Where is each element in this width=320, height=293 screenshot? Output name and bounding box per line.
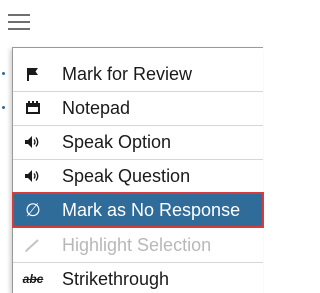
empty-set-icon: ∅	[13, 200, 53, 221]
menu-item-label: Highlight Selection	[62, 234, 212, 255]
menu-item-label: Speak Option	[62, 131, 172, 152]
menu-item-label: Mark as No Response	[62, 199, 241, 220]
menu-item-strikethrough[interactable]: abc Strikethrough	[13, 262, 263, 293]
flag-icon	[13, 67, 53, 81]
menu-item-label: Mark for Review	[62, 63, 193, 84]
strikethrough-abc-icon: abc	[13, 272, 53, 286]
speaker-icon	[13, 169, 53, 183]
tools-menu-screen: Mark for Review Notepad Speak Option Spe…	[0, 0, 264, 293]
menu-item-highlight-selection: Highlight Selection	[13, 228, 263, 262]
strikethrough-glyph: abc	[22, 272, 44, 286]
menu-item-label: Speak Question	[62, 165, 191, 186]
menu-item-label: Notepad	[62, 97, 131, 118]
speaker-icon	[13, 135, 53, 149]
menu-item-speak-question[interactable]: Speak Question	[13, 159, 263, 193]
menu-item-label: Strikethrough	[62, 268, 170, 289]
menu-item-mark-for-review[interactable]: Mark for Review	[13, 57, 263, 91]
hamburger-menu-icon[interactable]	[8, 14, 30, 30]
menu-item-speak-option[interactable]: Speak Option	[13, 125, 263, 159]
notepad-icon	[13, 101, 53, 115]
empty-set-glyph: ∅	[25, 199, 41, 220]
tools-dropdown-menu: Mark for Review Notepad Speak Option Spe…	[12, 47, 264, 293]
menu-item-notepad[interactable]: Notepad	[13, 91, 263, 125]
left-edge-marker	[2, 106, 5, 109]
menu-item-mark-as-no-response[interactable]: ∅ Mark as No Response	[12, 192, 264, 228]
highlighter-icon	[13, 238, 53, 252]
left-edge-marker	[2, 72, 5, 75]
